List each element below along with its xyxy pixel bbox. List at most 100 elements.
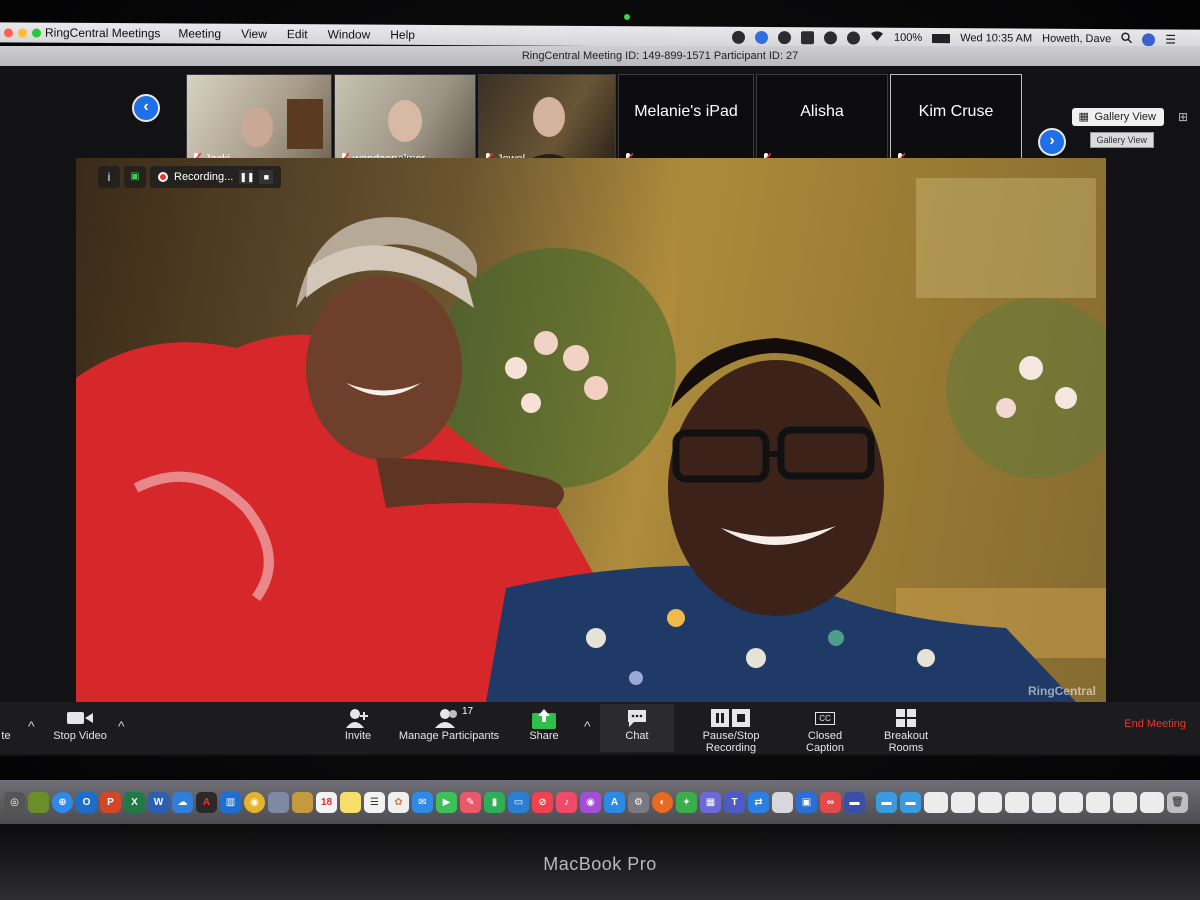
- menu-view[interactable]: View: [241, 27, 267, 41]
- messages-icon[interactable]: ✉: [412, 791, 433, 813]
- battery-icon[interactable]: [932, 33, 951, 43]
- end-meeting-button[interactable]: End Meeting: [1124, 718, 1186, 730]
- gallery-next-button[interactable]: ›: [1038, 128, 1066, 156]
- gallery-view-button[interactable]: Gallery View: [1072, 108, 1164, 126]
- trash-icon[interactable]: 🗑: [1167, 791, 1188, 813]
- dock-app-icon[interactable]: ◎: [4, 791, 25, 813]
- dock-app-icon[interactable]: [292, 791, 313, 813]
- closed-caption-button[interactable]: CC Closed Caption: [788, 706, 862, 754]
- menu-edit[interactable]: Edit: [287, 27, 308, 41]
- downloads-folder-icon[interactable]: ▬: [876, 791, 897, 813]
- fullscreen-grid-icon[interactable]: ⊞: [1178, 110, 1188, 124]
- clock[interactable]: Wed 10:35 AM: [960, 32, 1032, 44]
- news-icon[interactable]: ⊘: [532, 791, 553, 813]
- safari-icon[interactable]: ⊕: [52, 791, 73, 813]
- dock-app-icon[interactable]: [28, 791, 49, 813]
- info-icon[interactable]: i: [98, 166, 120, 188]
- dock-app-icon[interactable]: ▬: [844, 791, 865, 813]
- participant-tile[interactable]: Kim Cruse: [890, 74, 1022, 170]
- menu-meeting[interactable]: Meeting: [178, 26, 221, 40]
- outlook-icon[interactable]: O: [76, 791, 97, 813]
- minimized-window-thumbnail[interactable]: [1140, 791, 1164, 813]
- dock-app-icon[interactable]: ✎: [460, 791, 481, 813]
- participant-tile[interactable]: Jacki: [186, 74, 332, 170]
- photos-icon[interactable]: ✿: [388, 791, 409, 813]
- evernote-icon[interactable]: ✦: [676, 791, 697, 813]
- chat-button[interactable]: Chat: [600, 704, 674, 752]
- share-button[interactable]: Share: [524, 706, 564, 742]
- pause-recording-icon[interactable]: ❚❚: [239, 170, 254, 184]
- battery-percent[interactable]: 100%: [894, 32, 922, 44]
- app-menu[interactable]: RingCentral Meetings: [45, 26, 160, 41]
- minimized-window-thumbnail[interactable]: [1005, 791, 1029, 813]
- wifi-icon[interactable]: [870, 31, 884, 45]
- menu-window[interactable]: Window: [328, 27, 371, 41]
- acrobat-icon[interactable]: A: [196, 791, 217, 813]
- notification-center-icon[interactable]: ☰: [1165, 32, 1176, 46]
- excel-icon[interactable]: X: [124, 791, 145, 813]
- search-icon[interactable]: [1121, 32, 1133, 46]
- teams-icon[interactable]: T: [724, 791, 745, 813]
- close-window-button[interactable]: [4, 27, 13, 37]
- reminders-icon[interactable]: ☰: [364, 791, 385, 813]
- dock-app-icon[interactable]: [772, 791, 793, 813]
- active-speaker-video: i ▣ Recording... ❚❚ ■ RingCentral: [76, 158, 1106, 702]
- dock-app-icon[interactable]: ▦: [700, 791, 721, 813]
- share-options-chevron-up-icon[interactable]: ^: [584, 718, 591, 734]
- zoom-status-icon[interactable]: [732, 30, 746, 44]
- powerpoint-icon[interactable]: P: [100, 791, 121, 813]
- onedrive-icon[interactable]: ☁: [172, 791, 193, 813]
- recording-bar: i ▣ Recording... ❚❚ ■: [98, 166, 282, 188]
- calendar-icon[interactable]: 18: [316, 791, 337, 813]
- minimized-window-thumbnail[interactable]: [951, 791, 975, 813]
- keynote-icon[interactable]: ▭: [508, 791, 529, 813]
- minimized-window-thumbnail[interactable]: [1086, 791, 1110, 813]
- participant-tile[interactable]: Melanie's iPad: [618, 74, 754, 170]
- teamviewer-icon[interactable]: ⇄: [748, 791, 769, 813]
- minimized-window-thumbnail[interactable]: [924, 791, 948, 813]
- firefox-icon[interactable]: ◐: [652, 791, 673, 813]
- menu-help[interactable]: Help: [390, 28, 415, 42]
- time-machine-icon[interactable]: [824, 30, 838, 44]
- music-icon[interactable]: ♪: [556, 791, 577, 813]
- participant-tile[interactable]: Jewel: [478, 74, 616, 170]
- stop-recording-icon[interactable]: ■: [259, 170, 274, 184]
- minimized-window-thumbnail[interactable]: [1032, 791, 1056, 813]
- gallery-prev-button[interactable]: ‹: [132, 94, 160, 122]
- documents-folder-icon[interactable]: ▬: [900, 791, 921, 813]
- sync-icon[interactable]: [778, 30, 792, 44]
- encryption-shield-icon[interactable]: ▣: [124, 166, 146, 188]
- creative-cloud-icon[interactable]: ∞: [820, 791, 841, 813]
- participant-tile[interactable]: wandaepalmer: [334, 74, 476, 170]
- dock-app-icon[interactable]: [268, 791, 289, 813]
- manage-participants-button[interactable]: 17 Manage Participants: [396, 706, 502, 742]
- ringcentral-meetings-icon[interactable]: ▣: [796, 791, 817, 813]
- siri-icon[interactable]: [1142, 32, 1156, 46]
- numbers-icon[interactable]: ▮: [484, 791, 505, 813]
- word-icon[interactable]: W: [148, 791, 169, 813]
- system-preferences-icon[interactable]: ⚙: [628, 791, 649, 813]
- video-options-chevron-up-icon[interactable]: ^: [118, 718, 125, 734]
- mute-button[interactable]: te: [0, 706, 18, 742]
- minimized-window-thumbnail[interactable]: [1113, 791, 1137, 813]
- zoom-window-button[interactable]: [32, 28, 41, 38]
- invite-button[interactable]: Invite: [336, 706, 380, 742]
- chrome-icon[interactable]: ◉: [244, 791, 265, 813]
- minimized-window-thumbnail[interactable]: [1059, 791, 1083, 813]
- audio-options-chevron-up-icon[interactable]: ^: [28, 718, 35, 734]
- podcasts-icon[interactable]: ◉: [580, 791, 601, 813]
- stop-video-button[interactable]: Stop Video: [48, 706, 112, 742]
- pause-stop-recording-button[interactable]: Pause/Stop Recording: [676, 706, 786, 754]
- participant-tile[interactable]: Alisha: [756, 74, 888, 170]
- breakout-rooms-button[interactable]: Breakout Rooms: [866, 706, 946, 754]
- dropbox-icon[interactable]: [755, 30, 769, 44]
- facetime-icon[interactable]: ▶: [436, 791, 457, 813]
- minimized-window-thumbnail[interactable]: [978, 791, 1002, 813]
- airplay-icon[interactable]: [801, 30, 815, 44]
- minimize-window-button[interactable]: [18, 27, 27, 37]
- user-name[interactable]: Howeth, Dave: [1042, 33, 1111, 45]
- trello-icon[interactable]: ▥: [220, 791, 241, 813]
- bluetooth-icon[interactable]: [847, 31, 861, 45]
- app-store-icon[interactable]: A: [604, 791, 625, 813]
- notes-icon[interactable]: [340, 791, 361, 813]
